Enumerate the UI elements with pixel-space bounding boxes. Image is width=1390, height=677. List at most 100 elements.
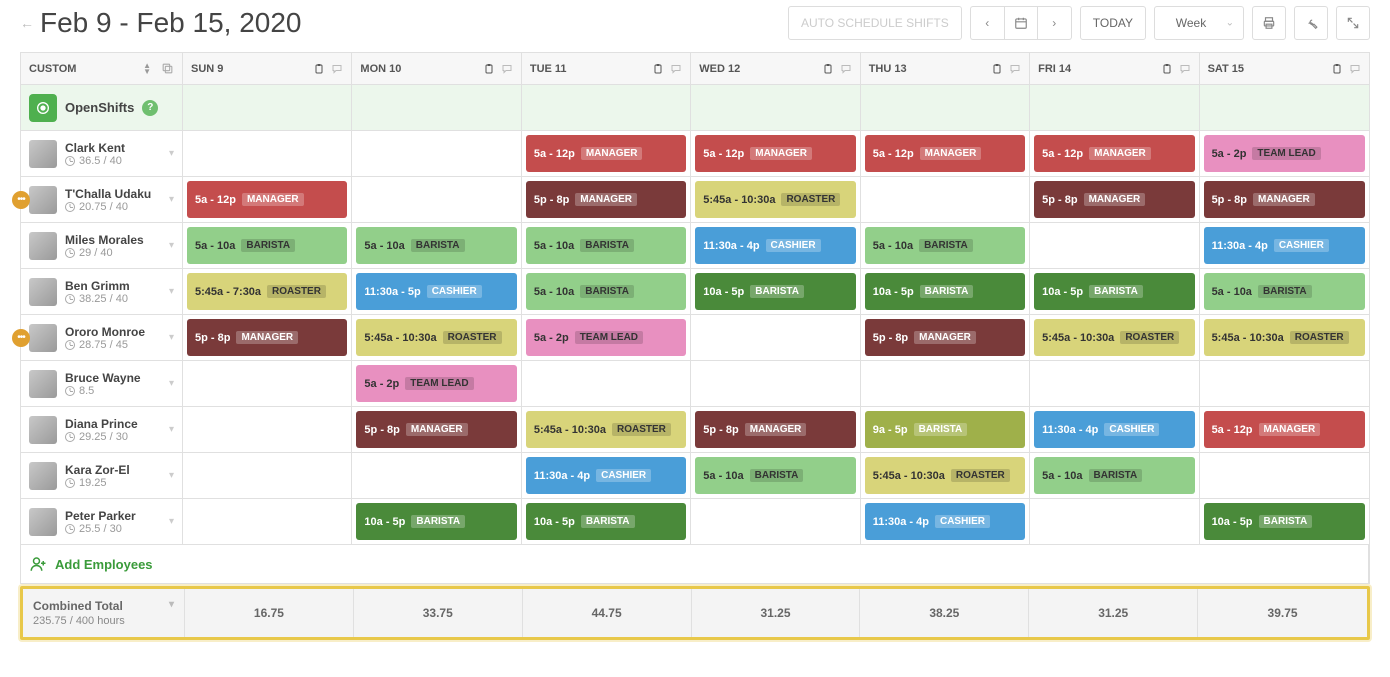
view-mode-select[interactable]: Week — [1154, 6, 1244, 40]
shift-block[interactable]: 5:45a - 7:30a ROASTER — [187, 273, 347, 310]
openshifts-label-cell[interactable]: OpenShifts ? — [21, 85, 183, 131]
shift-cell[interactable]: 5:45a - 10:30a ROASTER — [691, 177, 860, 223]
shift-block[interactable]: 10a - 5p BARISTA — [1034, 273, 1194, 310]
openshifts-cell[interactable] — [352, 85, 521, 131]
shift-cell[interactable] — [691, 499, 860, 545]
column-header-day[interactable]: SAT 15 — [1200, 53, 1369, 85]
shift-block[interactable]: 5a - 2p TEAM LEAD — [526, 319, 686, 356]
shift-cell[interactable]: 5a - 10a BARISTA — [183, 223, 352, 269]
shift-cell[interactable]: 5a - 2p TEAM LEAD — [522, 315, 691, 361]
employee-cell[interactable]: ••• Ororo Monroe 28.75 / 45 ▾ — [21, 315, 183, 361]
shift-block[interactable]: 5a - 10a BARISTA — [187, 227, 347, 264]
shift-block[interactable]: 5p - 8p MANAGER — [526, 181, 686, 218]
shift-cell[interactable]: 11:30a - 4p CASHIER — [1030, 407, 1199, 453]
chevron-down-icon[interactable]: ▾ — [169, 332, 174, 343]
column-header-day[interactable]: SUN 9 — [183, 53, 352, 85]
shift-block[interactable]: 5a - 10a BARISTA — [695, 457, 855, 494]
shift-block[interactable]: 5:45a - 10:30a ROASTER — [356, 319, 516, 356]
clipboard-icon[interactable] — [652, 63, 664, 75]
shift-block[interactable]: 5a - 10a BARISTA — [526, 227, 686, 264]
shift-cell[interactable] — [1030, 361, 1199, 407]
shift-cell[interactable]: 5a - 10a BARISTA — [691, 453, 860, 499]
clipboard-icon[interactable] — [1331, 63, 1343, 75]
shift-cell[interactable]: 10a - 5p BARISTA — [522, 499, 691, 545]
shift-cell[interactable]: 5p - 8p MANAGER — [522, 177, 691, 223]
shift-cell[interactable]: 10a - 5p BARISTA — [1200, 499, 1369, 545]
openshifts-cell[interactable] — [1200, 85, 1369, 131]
shift-cell[interactable] — [861, 361, 1030, 407]
shift-block[interactable]: 5a - 10a BARISTA — [1204, 273, 1365, 310]
copy-icon[interactable] — [161, 62, 174, 75]
today-button[interactable]: TODAY — [1080, 6, 1146, 40]
shift-cell[interactable]: 10a - 5p BARISTA — [1030, 269, 1199, 315]
shift-cell[interactable]: 11:30a - 4p CASHIER — [1200, 223, 1369, 269]
back-arrow-icon[interactable]: ← — [20, 15, 34, 31]
shift-cell[interactable]: 5:45a - 10:30a ROASTER — [352, 315, 521, 361]
chat-icon[interactable] — [1349, 63, 1361, 75]
shift-cell[interactable]: 5p - 8p MANAGER — [691, 407, 860, 453]
shift-cell[interactable]: 5a - 10a BARISTA — [352, 223, 521, 269]
shift-block[interactable]: 5a - 12p MANAGER — [187, 181, 347, 218]
employee-alert-badge[interactable]: ••• — [12, 329, 30, 347]
shift-block[interactable]: 5a - 2p TEAM LEAD — [1204, 135, 1365, 172]
column-header-custom[interactable]: CUSTOM ▲▼ — [21, 53, 183, 85]
column-header-day[interactable]: FRI 14 — [1030, 53, 1199, 85]
shift-cell[interactable] — [183, 361, 352, 407]
shift-block[interactable]: 9a - 5p BARISTA — [865, 411, 1025, 448]
shift-cell[interactable]: 5p - 8p MANAGER — [1200, 177, 1369, 223]
clipboard-icon[interactable] — [822, 63, 834, 75]
shift-block[interactable]: 5:45a - 10:30a ROASTER — [1034, 319, 1194, 356]
shift-cell[interactable]: 5:45a - 10:30a ROASTER — [1030, 315, 1199, 361]
shift-cell[interactable] — [522, 361, 691, 407]
shift-block[interactable]: 5a - 10a BARISTA — [1034, 457, 1194, 494]
shift-cell[interactable] — [183, 499, 352, 545]
clipboard-icon[interactable] — [1161, 63, 1173, 75]
chat-icon[interactable] — [501, 63, 513, 75]
shift-cell[interactable]: 5a - 12p MANAGER — [861, 131, 1030, 177]
openshifts-cell[interactable] — [183, 85, 352, 131]
column-header-day[interactable]: WED 12 — [691, 53, 860, 85]
chevron-down-icon[interactable]: ▾ — [169, 240, 174, 251]
auto-schedule-button[interactable]: AUTO SCHEDULE SHIFTS — [788, 6, 962, 40]
shift-block[interactable]: 5p - 8p MANAGER — [187, 319, 347, 356]
shift-cell[interactable]: 10a - 5p BARISTA — [861, 269, 1030, 315]
chat-icon[interactable] — [840, 63, 852, 75]
employee-cell[interactable]: Bruce Wayne 8.5 ▾ — [21, 361, 183, 407]
shift-cell[interactable]: 5p - 8p MANAGER — [861, 315, 1030, 361]
shift-cell[interactable]: 5a - 10a BARISTA — [522, 269, 691, 315]
chevron-down-icon[interactable]: ▾ — [169, 470, 174, 481]
shift-block[interactable]: 5p - 8p MANAGER — [695, 411, 855, 448]
shift-cell[interactable]: 5p - 8p MANAGER — [183, 315, 352, 361]
shift-block[interactable]: 5p - 8p MANAGER — [356, 411, 516, 448]
shift-block[interactable]: 10a - 5p BARISTA — [865, 273, 1025, 310]
shift-block[interactable]: 5p - 8p MANAGER — [1034, 181, 1194, 218]
clipboard-icon[interactable] — [483, 63, 495, 75]
shift-cell[interactable]: 5a - 12p MANAGER — [183, 177, 352, 223]
employee-cell[interactable]: Miles Morales 29 / 40 ▾ — [21, 223, 183, 269]
shift-block[interactable]: 5a - 10a BARISTA — [865, 227, 1025, 264]
shift-cell[interactable] — [691, 315, 860, 361]
shift-cell[interactable]: 10a - 5p BARISTA — [691, 269, 860, 315]
shift-block[interactable]: 5:45a - 10:30a ROASTER — [695, 181, 855, 218]
shift-cell[interactable] — [183, 407, 352, 453]
prev-button[interactable]: ‹ — [970, 6, 1004, 40]
shift-cell[interactable] — [691, 361, 860, 407]
chevron-down-icon[interactable]: ▾ — [169, 424, 174, 435]
employee-alert-badge[interactable]: ••• — [12, 191, 30, 209]
shift-block[interactable]: 5a - 2p TEAM LEAD — [356, 365, 516, 402]
shift-cell[interactable]: 5a - 12p MANAGER — [522, 131, 691, 177]
shift-block[interactable]: 5:45a - 10:30a ROASTER — [1204, 319, 1365, 356]
employee-cell[interactable]: Clark Kent 36.5 / 40 ▾ — [21, 131, 183, 177]
shift-block[interactable]: 5a - 10a BARISTA — [356, 227, 516, 264]
help-badge-icon[interactable]: ? — [142, 100, 158, 116]
shift-cell[interactable]: 5:45a - 10:30a ROASTER — [1200, 315, 1369, 361]
chevron-down-icon[interactable]: ▾ — [169, 148, 174, 159]
add-employees-button[interactable]: Add Employees — [21, 545, 1369, 584]
shift-cell[interactable]: 5a - 2p TEAM LEAD — [1200, 131, 1369, 177]
shift-block[interactable]: 5a - 12p MANAGER — [1204, 411, 1365, 448]
shift-block[interactable]: 5p - 8p MANAGER — [1204, 181, 1365, 218]
chevron-down-icon[interactable]: ▾ — [169, 378, 174, 389]
clipboard-icon[interactable] — [313, 63, 325, 75]
chevron-down-icon[interactable]: ▾ — [169, 286, 174, 297]
openshifts-cell[interactable] — [1030, 85, 1199, 131]
